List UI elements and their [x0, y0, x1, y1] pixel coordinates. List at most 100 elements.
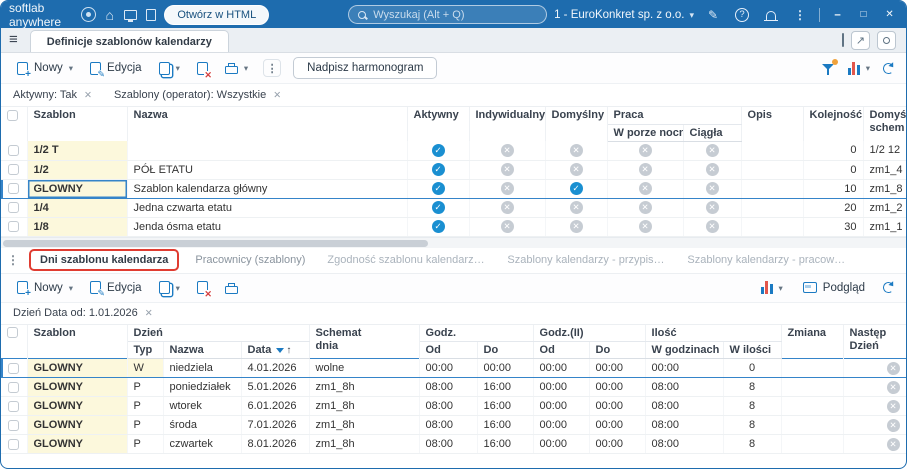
cell-opis[interactable] [741, 160, 804, 180]
col-data[interactable]: Data [241, 341, 310, 359]
cell-typ[interactable]: P [127, 396, 164, 416]
cell-szablon[interactable]: GLOWNY [27, 358, 128, 378]
cell-schemat-dnia[interactable]: zm1_8h [309, 396, 420, 416]
cell-szablon[interactable]: 1/2 [27, 160, 128, 180]
col-w-ilosci[interactable]: W ilości [723, 341, 782, 359]
remove-filter-icon[interactable] [145, 308, 153, 319]
col-do[interactable]: Do [589, 341, 646, 359]
bell-icon[interactable] [761, 5, 781, 25]
cell-zmiana[interactable] [781, 434, 844, 454]
copy-button[interactable] [152, 277, 187, 298]
cell-schemat[interactable]: zm1_1 [863, 217, 906, 237]
cell-szablon[interactable]: GLOWNY [27, 377, 128, 397]
cell-schemat[interactable]: zm1_4 [863, 160, 906, 180]
help-icon[interactable]: ? [732, 5, 752, 25]
new-button[interactable]: Nowy [10, 58, 80, 79]
cell-typ[interactable]: P [127, 377, 164, 397]
cell-schemat[interactable]: 1/2 12 [863, 141, 906, 161]
select-all-checkbox[interactable] [1, 324, 28, 359]
preview-button[interactable]: Podgląd [796, 278, 872, 298]
table-row[interactable]: 1/2 T 0 1/2 12 [1, 141, 906, 161]
cell-do1[interactable]: 00:00 [477, 358, 534, 378]
col-indywidualny[interactable]: Indywidualny [469, 107, 546, 141]
cell-od2[interactable]: 00:00 [533, 415, 590, 435]
cell-kolejnosc[interactable]: 20 [803, 198, 864, 218]
cell-w-ilosci[interactable]: 0 [723, 358, 782, 378]
cell-od1[interactable]: 08:00 [419, 415, 478, 435]
cell-kolejnosc[interactable]: 30 [803, 217, 864, 237]
cell-nazwa[interactable]: czwartek [163, 434, 242, 454]
cell-schemat-dnia[interactable]: zm1_8h [309, 377, 420, 397]
cell-zmiana[interactable] [781, 358, 844, 378]
chart-view-button[interactable] [846, 60, 872, 77]
filter-chip-aktywny[interactable]: Aktywny: Tak [13, 89, 92, 101]
col-nazwa[interactable]: Nazwa [127, 107, 408, 141]
col-aktywny[interactable]: Aktywny [407, 107, 470, 141]
col-szablon[interactable]: Szablon [27, 107, 128, 141]
cell-typ[interactable]: P [127, 415, 164, 435]
col-kolejnosc[interactable]: Kolejność [803, 107, 864, 141]
cell-nazwa[interactable]: środa [163, 415, 242, 435]
cell-opis[interactable] [741, 198, 804, 218]
col-nastepny-dzien[interactable]: Następ Dzień [843, 324, 906, 359]
cell-w-godzinach[interactable]: 08:00 [645, 434, 724, 454]
overwrite-schedule-button[interactable]: Nadpisz harmonogram [293, 57, 438, 79]
cell-w-godzinach[interactable]: 00:00 [645, 358, 724, 378]
cell-od1[interactable]: 08:00 [419, 377, 478, 397]
row-checkbox[interactable] [1, 377, 28, 397]
cell-szablon[interactable]: GLOWNY [27, 415, 128, 435]
cell-do2[interactable]: 00:00 [589, 377, 646, 397]
cell-w-ilosci[interactable]: 8 [723, 434, 782, 454]
cell-nazwa[interactable]: wtorek [163, 396, 242, 416]
col-ciagla[interactable]: Ciągła [683, 124, 742, 142]
menu-icon[interactable] [9, 34, 18, 46]
row-checkbox[interactable] [1, 415, 28, 435]
cell-od1[interactable]: 08:00 [419, 396, 478, 416]
cell-nazwa[interactable]: PÓŁ ETATU [127, 160, 408, 180]
cell-szablon[interactable]: 1/8 [27, 217, 128, 237]
cell-szablon[interactable]: GLOWNY [27, 178, 128, 199]
table-row[interactable]: 1/4 Jedna czwarta etatu 20 zm1_2 [1, 198, 906, 218]
cell-nazwa[interactable]: Jedna czwarta etatu [127, 198, 408, 218]
cell-od2[interactable]: 00:00 [533, 396, 590, 416]
col-zmiana[interactable]: Zmiana [781, 324, 844, 359]
cell-zmiana[interactable] [781, 396, 844, 416]
col-opis[interactable]: Opis [741, 107, 804, 141]
tab-pracownicy-szablony[interactable]: Pracownicy (szablony) [189, 251, 311, 269]
close-button[interactable] [881, 9, 898, 20]
col-typ[interactable]: Typ [127, 341, 164, 359]
cell-typ[interactable]: P [127, 434, 164, 454]
cell-w-godzinach[interactable]: 08:00 [645, 396, 724, 416]
table-row-selected[interactable]: GLOWNY Szablon kalendarza główny 10 zm1_… [1, 178, 906, 199]
row-checkbox[interactable] [1, 434, 28, 454]
tab-dni-szablonu[interactable]: Dni szablonu kalendarza [29, 249, 180, 271]
tab-zgodnosc-szablonu[interactable]: Zgodność szablonu kalendarza z etatem [321, 251, 491, 269]
tab-szablony-przypisania[interactable]: Szablony kalendarzy - przypisania [501, 251, 671, 269]
scrollbar-thumb[interactable] [3, 239, 429, 247]
cell-od1[interactable]: 08:00 [419, 434, 478, 454]
filter-chip-szablony[interactable]: Szablony (operator): Wszystkie [114, 89, 281, 101]
cell-szablon[interactable]: 1/2 T [27, 141, 128, 161]
cell-szablon[interactable]: GLOWNY [27, 396, 128, 416]
delete-button[interactable] [190, 58, 215, 79]
cell-schemat-dnia[interactable]: zm1_8h [309, 434, 420, 454]
cell-w-godzinach[interactable]: 08:00 [645, 377, 724, 397]
cell-data[interactable]: 7.01.2026 [241, 415, 310, 435]
delete-button[interactable] [190, 277, 215, 298]
col-domyslny-schemat[interactable]: Domyś schem [863, 107, 906, 141]
cell-nazwa[interactable] [127, 141, 408, 161]
horizontal-scrollbar[interactable] [1, 236, 906, 248]
col-do[interactable]: Do [477, 341, 534, 359]
search-input[interactable] [373, 8, 538, 21]
drag-handle-icon[interactable] [7, 253, 19, 267]
refresh-icon[interactable] [881, 280, 896, 295]
cell-kolejnosc[interactable]: 0 [803, 160, 864, 180]
monitor-icon[interactable] [123, 5, 137, 25]
edit-button[interactable]: Edycja [83, 58, 149, 79]
remove-filter-icon[interactable] [273, 90, 281, 101]
col-nazwa[interactable]: Nazwa [163, 341, 242, 359]
theme-icon[interactable] [877, 30, 896, 50]
cell-nazwa[interactable]: poniedziałek [163, 377, 242, 397]
cell-do2[interactable]: 00:00 [589, 434, 646, 454]
col-od[interactable]: Od [533, 341, 590, 359]
